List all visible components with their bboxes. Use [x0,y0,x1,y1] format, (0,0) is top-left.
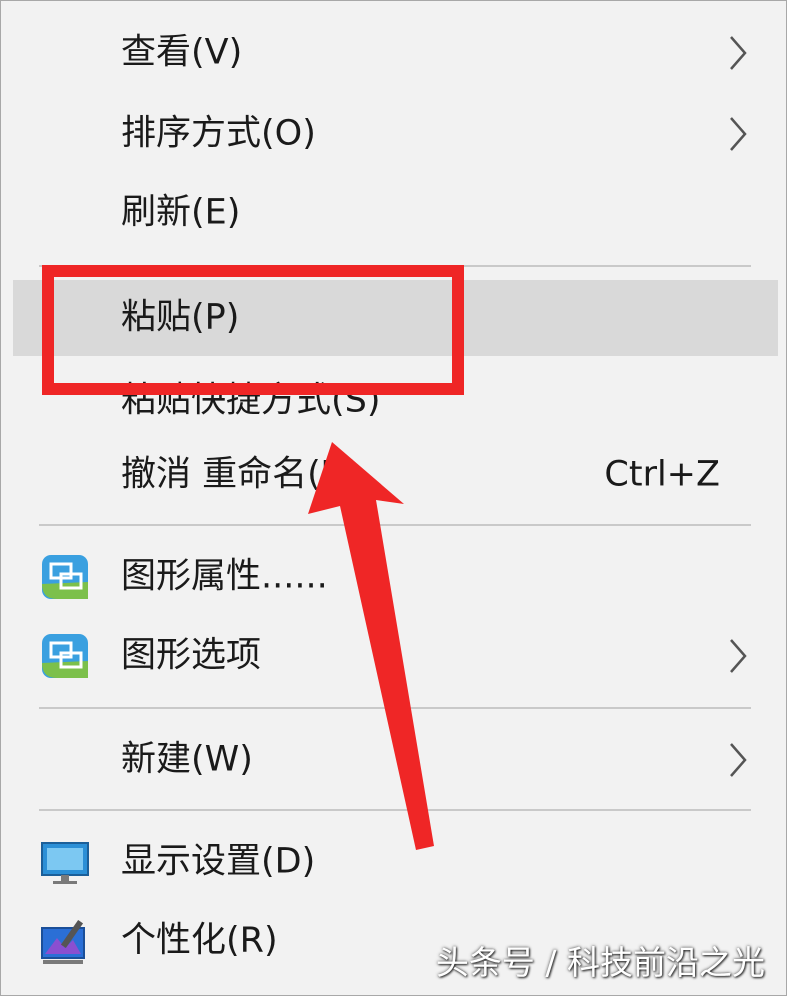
annotation-arrow [308,442,434,850]
watermark: 头条号 / 科技前沿之光 [435,943,765,982]
